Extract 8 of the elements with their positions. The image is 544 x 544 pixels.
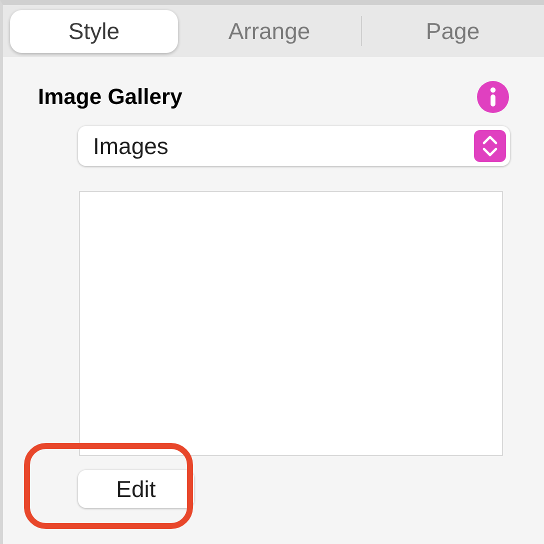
section-title: Image Gallery [38, 83, 182, 111]
info-icon[interactable] [477, 80, 509, 112]
tab[interactable]: Page [362, 10, 544, 52]
tab[interactable]: Arrange [178, 10, 360, 52]
source-dropdown[interactable]: Images [78, 126, 510, 166]
stepper-icon [474, 130, 506, 162]
tab[interactable]: Style [10, 10, 178, 52]
edit-button[interactable]: Edit [78, 470, 194, 508]
